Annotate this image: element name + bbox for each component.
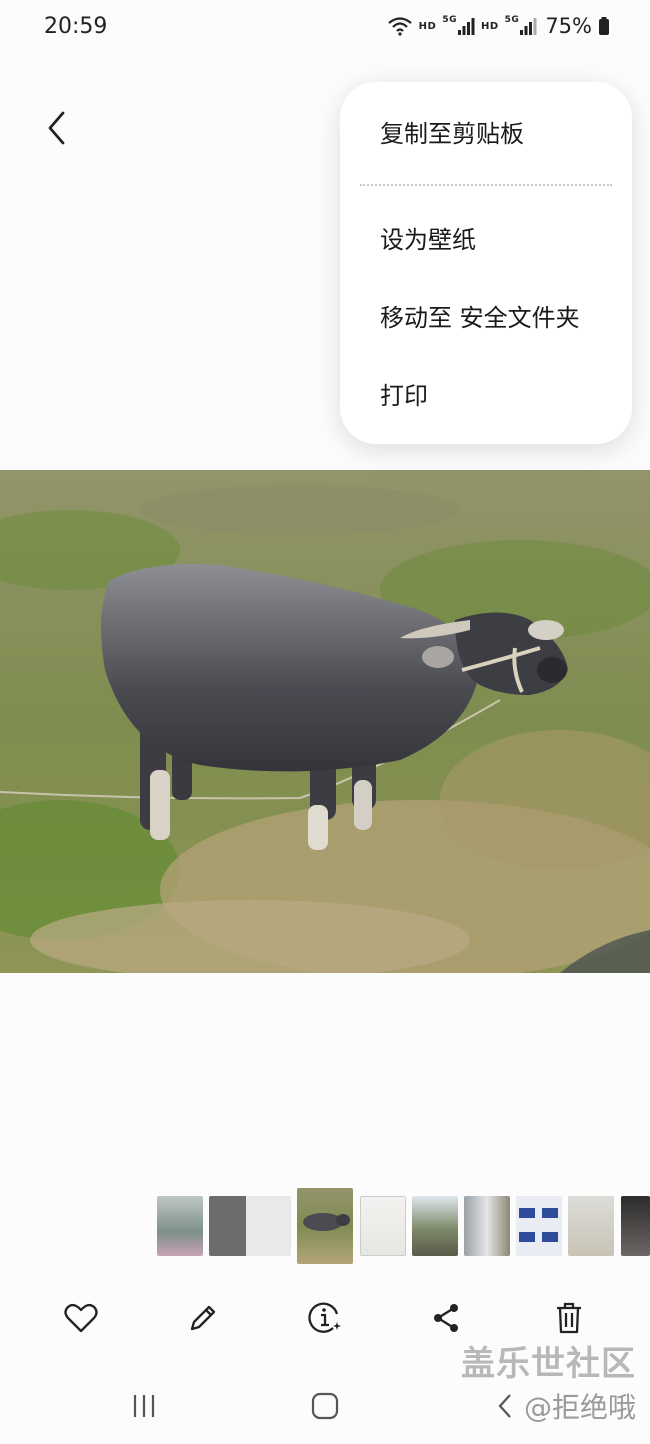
- status-time: 20:59: [44, 14, 108, 39]
- thumbnail[interactable]: [412, 1196, 458, 1256]
- context-menu: 复制至剪贴板 设为壁纸 移动至 安全文件夹 打印: [340, 82, 632, 444]
- thumbnail-current[interactable]: [297, 1188, 353, 1264]
- watermark-user: @拒绝哦: [523, 1391, 636, 1424]
- heart-icon: [64, 1303, 98, 1333]
- favorite-button[interactable]: [53, 1290, 109, 1346]
- status-icons: HD 5G HD 5G 75%: [387, 14, 610, 38]
- menu-item-set-as-wallpaper[interactable]: 设为壁纸: [380, 218, 610, 262]
- hd-label-2: HD: [480, 20, 499, 32]
- nav-back-button[interactable]: [490, 1386, 520, 1426]
- pencil-icon: [190, 1305, 216, 1331]
- back-button[interactable]: [32, 100, 82, 156]
- water-buffalo-photo: [0, 470, 650, 973]
- battery-percent: 75%: [545, 14, 592, 38]
- watermark-site: 盖乐世社区: [461, 1344, 636, 1384]
- thumbnail[interactable]: [516, 1196, 562, 1256]
- menu-item-copy-to-clipboard[interactable]: 复制至剪贴板: [380, 112, 610, 156]
- signal-icon-2: 5G: [504, 15, 538, 36]
- home-icon: [311, 1392, 339, 1420]
- network-type-2: 5G: [504, 15, 520, 25]
- recents-button[interactable]: [119, 1386, 169, 1426]
- battery-icon: [598, 16, 610, 36]
- edit-button[interactable]: [175, 1290, 231, 1346]
- share-icon: [434, 1304, 458, 1332]
- wifi-icon: [387, 16, 413, 36]
- chevron-left-icon: [48, 111, 65, 145]
- menu-item-move-to-secure-folder[interactable]: 移动至 安全文件夹: [380, 296, 610, 340]
- status-bar: 20:59 HD 5G HD 5G 75%: [0, 0, 650, 56]
- thumbnail[interactable]: [568, 1196, 614, 1256]
- thumbnail[interactable]: [360, 1196, 406, 1256]
- hd-label-1: HD: [418, 20, 437, 32]
- network-type-1: 5G: [442, 15, 457, 25]
- thumbnail[interactable]: [621, 1196, 650, 1256]
- trash-icon: [557, 1302, 581, 1334]
- recents-icon: [133, 1395, 155, 1417]
- thumbnail-strip[interactable]: [0, 1188, 650, 1268]
- thumbnail[interactable]: [464, 1196, 510, 1256]
- photo-viewer[interactable]: [0, 470, 650, 973]
- info-icon: [308, 1302, 341, 1333]
- menu-divider: [360, 184, 612, 186]
- home-button[interactable]: [300, 1386, 350, 1426]
- details-button[interactable]: [297, 1290, 353, 1346]
- menu-item-print[interactable]: 打印: [380, 374, 610, 418]
- back-icon: [498, 1394, 511, 1418]
- signal-icon-1: 5G: [442, 15, 475, 36]
- thumbnail[interactable]: [157, 1196, 203, 1256]
- thumbnail[interactable]: [209, 1196, 291, 1256]
